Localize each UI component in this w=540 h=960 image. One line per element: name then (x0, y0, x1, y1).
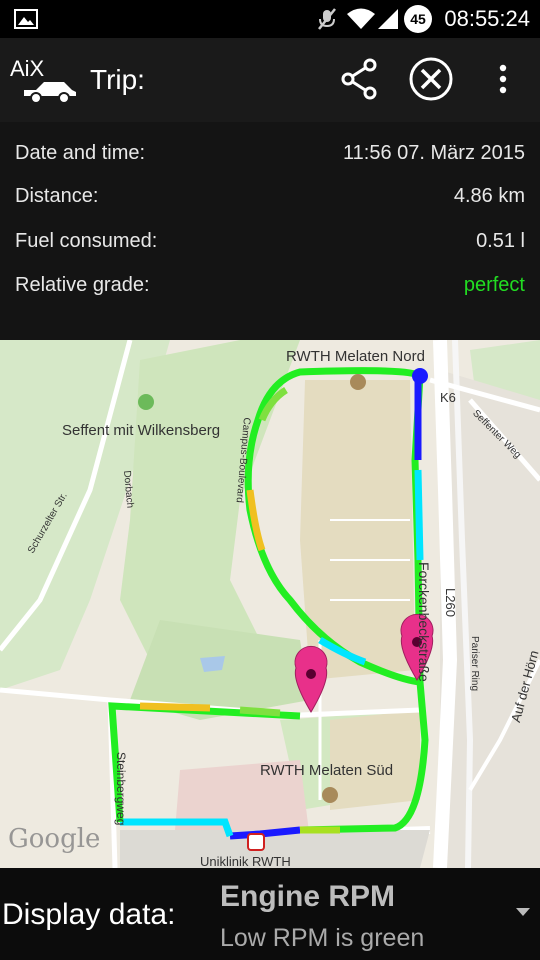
map-label-pariser-ring: Pariser Ring (469, 636, 480, 692)
fuel-value: 0.51 l (476, 230, 525, 252)
map-label-k6: K6 (440, 390, 456, 405)
map-label-seffent: Seffent mit Wilkensberg (62, 422, 221, 439)
date-time-value: 11:56 07. März 2015 (343, 142, 525, 164)
map-canvas[interactable] (0, 340, 540, 868)
battery-icon: 45 (404, 5, 432, 33)
logo-text: AiX (10, 56, 45, 81)
map-label-melaten-nord: RWTH Melaten Nord (286, 348, 425, 365)
dropdown-selected-description: Low RPM is green (220, 924, 425, 952)
dropdown-arrow-icon (516, 908, 530, 916)
display-data-label: Display data: (2, 898, 176, 931)
mute-icon (318, 8, 336, 30)
overflow-menu-icon (499, 64, 507, 94)
action-bar: AiX Trip: (0, 38, 540, 122)
map-marker-end[interactable] (294, 646, 328, 713)
share-button[interactable] (334, 54, 384, 104)
share-icon (341, 58, 377, 100)
map-label-l260: L260 (443, 588, 458, 617)
map-attribution: Google (8, 824, 101, 854)
grade-row: Relative grade: perfect (0, 274, 540, 304)
distance-value: 4.86 km (453, 185, 525, 207)
clock: 08:55:24 (444, 6, 530, 31)
grade-label: Relative grade: (15, 274, 150, 296)
distance-row: Distance: 4.86 km (0, 185, 540, 215)
close-button[interactable] (406, 54, 456, 104)
dropdown-selected-value: Engine RPM (220, 880, 396, 913)
close-circle-icon (409, 57, 453, 101)
map-label-melaten-sued: RWTH Melaten Süd (260, 762, 394, 779)
car-icon (24, 82, 76, 104)
page-title: Trip: (90, 64, 145, 95)
map-label-uniklinik: Uniklinik RWTH (200, 854, 291, 868)
trip-info-panel: Date and time: 11:56 07. März 2015 Dista… (0, 122, 540, 340)
distance-label: Distance: (15, 185, 99, 207)
bottom-bar: Display data: Engine RPM Low RPM is gree… (0, 868, 540, 960)
map-label-steinbergweg: Steinbergweg (114, 752, 128, 826)
overflow-menu-button[interactable] (480, 54, 526, 104)
display-data-dropdown[interactable]: Engine RPM Low RPM is green (220, 874, 540, 960)
grade-value: perfect (463, 274, 525, 296)
date-time-row: Date and time: 11:56 07. März 2015 (0, 142, 540, 172)
status-bar: 45 08:55:24 (0, 0, 540, 38)
fuel-row: Fuel consumed: 0.51 l (0, 230, 540, 260)
fuel-label: Fuel consumed: (15, 230, 158, 252)
battery-level: 45 (410, 11, 426, 27)
date-time-label: Date and time: (15, 142, 146, 164)
app-logo[interactable]: AiX (8, 52, 78, 104)
trip-map[interactable]: RWTH Melaten Nord Seffent mit Wilkensber… (0, 340, 540, 868)
map-label-forckenbeckstrasse: Forckenbeckstraße (416, 562, 432, 682)
image-icon (14, 9, 38, 29)
signal-icon (378, 9, 398, 29)
wifi-icon (347, 8, 375, 29)
